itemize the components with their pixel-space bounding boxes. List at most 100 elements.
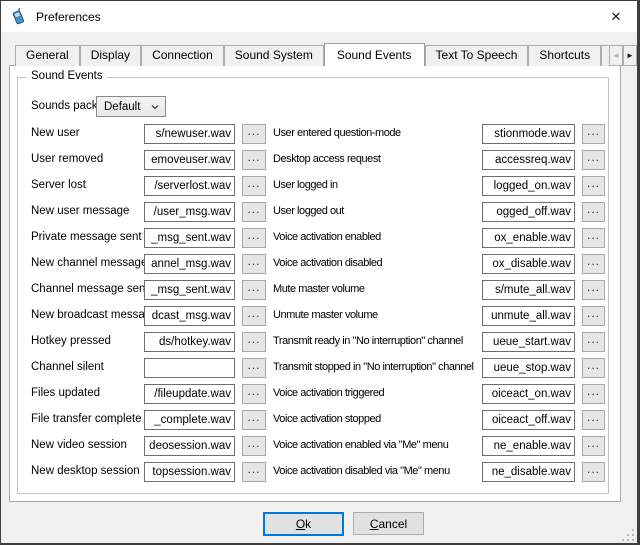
tab-connection[interactable]: Connection xyxy=(141,45,224,66)
browse-button[interactable]: ... xyxy=(582,150,605,170)
browse-button[interactable]: ... xyxy=(242,384,266,404)
sound-file-input[interactable] xyxy=(482,436,575,456)
browse-button[interactable]: ... xyxy=(582,358,605,378)
sound-event-label: User entered question-mode xyxy=(273,124,482,143)
sound-event-label: User logged in xyxy=(273,176,482,195)
sound-file-input[interactable] xyxy=(482,280,575,300)
sound-file-input[interactable] xyxy=(144,254,235,274)
tab-scroll-right-icon[interactable]: ► xyxy=(623,45,637,66)
tab-bar: GeneralDisplayConnectionSound SystemSoun… xyxy=(15,43,609,66)
tab-scroll-left-icon[interactable]: ◄ xyxy=(609,45,623,66)
sound-event-row: Voice activation triggered... xyxy=(273,384,605,410)
browse-button[interactable]: ... xyxy=(242,332,266,352)
sound-file-input[interactable] xyxy=(144,462,235,482)
browse-button[interactable]: ... xyxy=(242,176,266,196)
browse-button[interactable]: ... xyxy=(582,410,605,430)
browse-button[interactable]: ... xyxy=(242,150,266,170)
sound-file-input[interactable] xyxy=(144,202,235,222)
sound-event-row: Transmit ready in "No interruption" chan… xyxy=(273,332,605,358)
sound-event-label: Voice activation disabled xyxy=(273,254,482,273)
sound-file-input[interactable] xyxy=(482,228,575,248)
sound-file-input[interactable] xyxy=(482,202,575,222)
browse-button[interactable]: ... xyxy=(242,410,266,430)
browse-button[interactable]: ... xyxy=(242,358,266,378)
sound-file-input[interactable] xyxy=(482,410,575,430)
tab-general[interactable]: General xyxy=(15,45,80,66)
browse-button[interactable]: ... xyxy=(582,306,605,326)
sound-file-input[interactable] xyxy=(144,176,235,196)
tab-text-to-speech[interactable]: Text To Speech xyxy=(425,45,529,66)
sound-event-row: New broadcast message... xyxy=(31,306,266,332)
tab-sound-events[interactable]: Sound Events xyxy=(324,43,425,66)
sound-file-input[interactable] xyxy=(144,150,235,170)
tab-scrollers: ◄ ► xyxy=(609,45,637,66)
browse-button[interactable]: ... xyxy=(582,332,605,352)
sound-file-input[interactable] xyxy=(482,306,575,326)
sound-file-input[interactable] xyxy=(482,254,575,274)
sound-event-row: New user message... xyxy=(31,202,266,228)
sound-file-input[interactable] xyxy=(144,124,235,144)
sound-event-row: Unmute master volume... xyxy=(273,306,605,332)
sound-event-row: Voice activation disabled via "Me" menu.… xyxy=(273,462,605,488)
browse-button[interactable]: ... xyxy=(582,124,605,144)
sound-event-row: New video session... xyxy=(31,436,266,462)
sound-file-input[interactable] xyxy=(482,462,575,482)
sound-file-input[interactable] xyxy=(482,384,575,404)
sound-file-input[interactable] xyxy=(482,124,575,144)
sound-event-row: New desktop session... xyxy=(31,462,266,488)
sound-file-input[interactable] xyxy=(144,410,235,430)
close-icon[interactable]: ✕ xyxy=(595,1,637,32)
sound-file-input[interactable] xyxy=(144,436,235,456)
browse-button[interactable]: ... xyxy=(582,280,605,300)
tab-video[interactable]: Video xyxy=(601,45,609,66)
sounds-pack-select[interactable]: Default xyxy=(96,96,166,117)
browse-button[interactable]: ... xyxy=(582,202,605,222)
sound-event-label: Server lost xyxy=(31,176,144,195)
browse-button[interactable]: ... xyxy=(242,436,266,456)
browse-button[interactable]: ... xyxy=(582,228,605,248)
sound-file-input[interactable] xyxy=(144,280,235,300)
resize-grip[interactable] xyxy=(621,528,634,541)
sound-file-input[interactable] xyxy=(482,358,575,378)
browse-button[interactable]: ... xyxy=(242,202,266,222)
sound-events-left-column: New user...User removed...Server lost...… xyxy=(31,124,266,488)
browse-button[interactable]: ... xyxy=(242,124,266,144)
sound-file-input[interactable] xyxy=(144,358,235,378)
sound-event-label: Voice activation enabled via "Me" menu xyxy=(273,436,482,455)
browse-button[interactable]: ... xyxy=(582,254,605,274)
sound-event-label: Voice activation disabled via "Me" menu xyxy=(273,462,482,481)
sound-file-input[interactable] xyxy=(482,332,575,352)
cancel-button[interactable]: Cancel xyxy=(353,512,424,535)
sound-file-input[interactable] xyxy=(482,150,575,170)
browse-button[interactable]: ... xyxy=(242,254,266,274)
browse-button[interactable]: ... xyxy=(242,280,266,300)
sound-event-row: Voice activation stopped... xyxy=(273,410,605,436)
sound-file-input[interactable] xyxy=(144,306,235,326)
sound-file-input[interactable] xyxy=(144,384,235,404)
browse-button[interactable]: ... xyxy=(242,306,266,326)
ok-button[interactable]: Ok xyxy=(263,512,344,536)
sound-event-row: Voice activation disabled... xyxy=(273,254,605,280)
sound-file-input[interactable] xyxy=(144,228,235,248)
sound-event-label: Transmit stopped in "No interruption" ch… xyxy=(273,358,482,377)
sound-event-row: User logged in... xyxy=(273,176,605,202)
sound-event-label: Hotkey pressed xyxy=(31,332,144,351)
browse-button[interactable]: ... xyxy=(582,462,605,482)
sound-event-label: Unmute master volume xyxy=(273,306,482,325)
sound-file-input[interactable] xyxy=(144,332,235,352)
tab-sound-system[interactable]: Sound System xyxy=(224,45,324,66)
browse-button[interactable]: ... xyxy=(582,436,605,456)
sound-event-row: Voice activation enabled... xyxy=(273,228,605,254)
tab-shortcuts[interactable]: Shortcuts xyxy=(528,45,601,66)
sound-event-label: Voice activation enabled xyxy=(273,228,482,247)
browse-button[interactable]: ... xyxy=(582,176,605,196)
sound-event-label: New user message xyxy=(31,202,144,221)
browse-button[interactable]: ... xyxy=(582,384,605,404)
browse-button[interactable]: ... xyxy=(242,228,266,248)
sound-event-row: User entered question-mode... xyxy=(273,124,605,150)
sound-file-input[interactable] xyxy=(482,176,575,196)
sound-event-label: Files updated xyxy=(31,384,144,403)
browse-button[interactable]: ... xyxy=(242,462,266,482)
window-title: Preferences xyxy=(36,10,101,24)
tab-display[interactable]: Display xyxy=(80,45,141,66)
